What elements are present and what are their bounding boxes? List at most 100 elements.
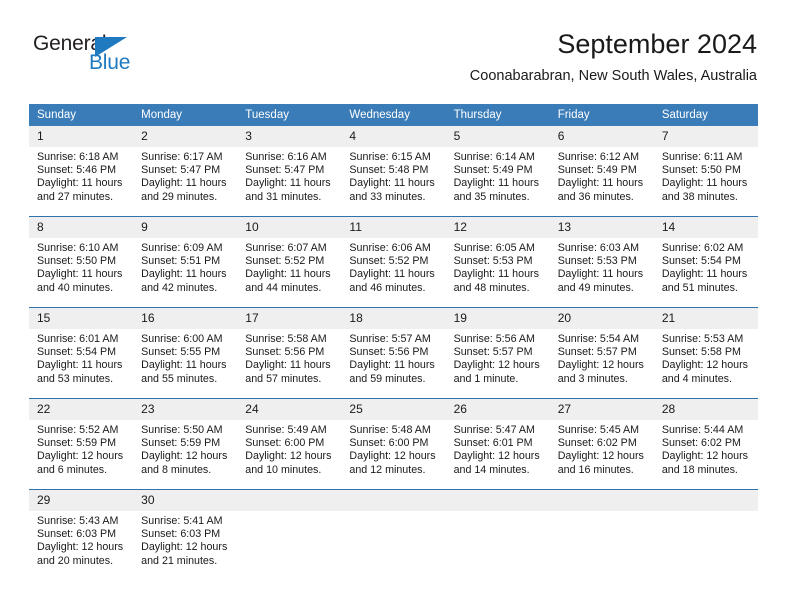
calendar-day-cell[interactable]: 18 Sunrise: 5:57 AM Sunset: 5:56 PM Dayligh…: [341, 307, 446, 399]
sunset-text: Sunset: 5:57 PM: [453, 346, 533, 359]
day-cell-inner: 2 Sunrise: 6:17 AM Sunset: 5:47 PM Daylight…: [133, 126, 238, 216]
calendar-day-cell[interactable]: 23 Sunrise: 5:50 AM Sunset: 5:59 PM Dayligh…: [133, 398, 238, 490]
day-cell-inner: 1 Sunrise: 6:18 AM Sunset: 5:46 PM Daylight…: [29, 126, 134, 216]
calendar-day-cell[interactable]: 14 Sunrise: 6:02 AM Sunset: 5:54 PM Dayligh…: [653, 216, 758, 308]
calendar-week-row: 15 Sunrise: 6:01 AM Sunset: 5:54 PM Dayligh…: [29, 307, 758, 399]
sunrise-text: Sunrise: 5:49 AM: [245, 424, 327, 436]
calendar-day-cell[interactable]: 13 Sunrise: 6:03 AM Sunset: 5:53 PM Dayligh…: [549, 216, 654, 308]
calendar-day-cell[interactable]: 4 Sunrise: 6:15 AM Sunset: 5:48 PM Daylight…: [341, 126, 446, 217]
calendar-day-cell[interactable]: 19 Sunrise: 5:56 AM Sunset: 5:57 PM Dayligh…: [445, 307, 550, 399]
calendar-day-cell[interactable]: 7 Sunrise: 6:11 AM Sunset: 5:50 PM Daylight…: [653, 126, 758, 217]
day-info: Sunrise: 6:11 AM Sunset: 5:50 PM Daylight:…: [654, 147, 758, 204]
day-number: 29: [29, 490, 134, 511]
calendar-day-cell[interactable]: 21 Sunrise: 5:53 AM Sunset: 5:58 PM Dayligh…: [653, 307, 758, 399]
daylight-text: Daylight: 11 hours and 53 minutes.: [37, 359, 123, 385]
day-info: Sunrise: 6:06 AM Sunset: 5:52 PM Daylight:…: [341, 238, 445, 295]
calendar-day-cell[interactable]: 16 Sunrise: 6:00 AM Sunset: 5:55 PM Dayligh…: [133, 307, 238, 399]
day-info: Sunrise: 6:07 AM Sunset: 5:52 PM Daylight:…: [237, 238, 341, 295]
day-info: [237, 511, 341, 515]
sunrise-text: Sunrise: 5:48 AM: [349, 424, 431, 436]
sunrise-text: Sunrise: 6:05 AM: [453, 242, 535, 254]
day-cell-inner: 4 Sunrise: 6:15 AM Sunset: 5:48 PM Daylight…: [341, 126, 446, 216]
sunset-text: Sunset: 5:53 PM: [557, 255, 637, 268]
day-info: [654, 511, 758, 515]
day-info: Sunrise: 5:57 AM Sunset: 5:56 PM Daylight:…: [341, 329, 445, 386]
day-info: Sunrise: 5:47 AM Sunset: 6:01 PM Daylight:…: [446, 420, 550, 477]
sunset-text: Sunset: 5:56 PM: [349, 346, 429, 359]
sunrise-text: Sunrise: 6:00 AM: [141, 333, 223, 345]
daylight-text: Daylight: 12 hours and 12 minutes.: [349, 450, 436, 476]
calendar-day-cell[interactable]: 10 Sunrise: 6:07 AM Sunset: 5:52 PM Dayligh…: [237, 216, 342, 308]
day-number: 18: [341, 308, 446, 329]
daylight-text: Daylight: 11 hours and 40 minutes.: [37, 268, 123, 294]
calendar-week-row: 1 Sunrise: 6:18 AM Sunset: 5:46 PM Daylight…: [29, 126, 758, 217]
calendar-day-cell[interactable]: 6 Sunrise: 6:12 AM Sunset: 5:49 PM Daylight…: [549, 126, 654, 217]
calendar-day-cell[interactable]: 8 Sunrise: 6:10 AM Sunset: 5:50 PM Daylight…: [29, 216, 134, 308]
daylight-text: Daylight: 11 hours and 46 minutes.: [349, 268, 435, 294]
day-info: Sunrise: 5:45 AM Sunset: 6:02 PM Daylight:…: [550, 420, 654, 477]
sunrise-text: Sunrise: 5:53 AM: [661, 333, 744, 345]
daylight-text: Daylight: 11 hours and 49 minutes.: [557, 268, 644, 294]
calendar-day-cell[interactable]: 3 Sunrise: 6:16 AM Sunset: 5:47 PM Daylight…: [237, 126, 342, 217]
sunrise-text: Sunrise: 5:58 AM: [245, 333, 327, 345]
calendar-day-cell[interactable]: 9 Sunrise: 6:09 AM Sunset: 5:51 PM Daylight…: [133, 216, 238, 308]
day-cell-inner: 6 Sunrise: 6:12 AM Sunset: 5:49 PM Daylight…: [549, 126, 654, 216]
day-number: [341, 490, 446, 511]
day-cell-inner: 8 Sunrise: 6:10 AM Sunset: 5:50 PM Daylight…: [29, 217, 134, 307]
sunset-text: Sunset: 5:58 PM: [661, 346, 741, 359]
calendar-day-cell[interactable]: 11 Sunrise: 6:06 AM Sunset: 5:52 PM Dayligh…: [341, 216, 446, 308]
sunrise-text: Sunrise: 6:10 AM: [37, 242, 119, 254]
calendar-day-cell[interactable]: 29 Sunrise: 5:43 AM Sunset: 6:03 PM Dayligh…: [29, 489, 134, 580]
calendar-day-cell[interactable]: 24 Sunrise: 5:49 AM Sunset: 6:00 PM Dayligh…: [237, 398, 342, 490]
calendar-day-cell[interactable]: 2 Sunrise: 6:17 AM Sunset: 5:47 PM Daylight…: [133, 126, 238, 217]
sunset-text: Sunset: 5:47 PM: [245, 164, 325, 177]
day-info: Sunrise: 6:00 AM Sunset: 5:55 PM Daylight:…: [133, 329, 237, 386]
sunrise-text: Sunrise: 5:47 AM: [453, 424, 535, 436]
sunrise-text: Sunrise: 6:17 AM: [141, 151, 223, 163]
sunrise-text: Sunrise: 5:45 AM: [557, 424, 640, 436]
daylight-text: Daylight: 11 hours and 38 minutes.: [661, 177, 748, 203]
day-info: Sunrise: 6:01 AM Sunset: 5:54 PM Daylight:…: [29, 329, 133, 386]
daylight-text: Daylight: 12 hours and 20 minutes.: [37, 541, 124, 567]
calendar-header-row: Sunday Monday Tuesday Wednesday Thursday Frid…: [29, 104, 758, 126]
sunrise-text: Sunrise: 5:57 AM: [349, 333, 431, 345]
weekday-header-saturday: Saturday: [653, 104, 758, 126]
logo-text-blue: Blue: [89, 51, 131, 74]
calendar-day-cell[interactable]: 20 Sunrise: 5:54 AM Sunset: 5:57 PM Dayligh…: [549, 307, 654, 399]
calendar-day-cell[interactable]: 22 Sunrise: 5:52 AM Sunset: 5:59 PM Dayligh…: [29, 398, 134, 490]
calendar-day-cell[interactable]: 27 Sunrise: 5:45 AM Sunset: 6:02 PM Dayligh…: [549, 398, 654, 490]
sunset-text: Sunset: 5:47 PM: [141, 164, 221, 177]
day-number: 1: [29, 126, 134, 147]
day-number: [653, 490, 758, 511]
calendar-day-cell[interactable]: 15 Sunrise: 6:01 AM Sunset: 5:54 PM Dayligh…: [29, 307, 134, 399]
day-cell-inner: 24 Sunrise: 5:49 AM Sunset: 6:00 PM Dayligh…: [237, 399, 342, 489]
calendar-table: Sunday Monday Tuesday Wednesday Thursday Frid…: [29, 104, 758, 580]
day-cell-inner: 21 Sunrise: 5:53 AM Sunset: 5:58 PM Dayligh…: [653, 308, 758, 398]
day-number: [549, 490, 654, 511]
day-cell-inner: 18 Sunrise: 5:57 AM Sunset: 5:56 PM Dayligh…: [341, 308, 446, 398]
calendar-day-cell[interactable]: 12 Sunrise: 6:05 AM Sunset: 5:53 PM Dayligh…: [445, 216, 550, 308]
day-cell-inner: 29 Sunrise: 5:43 AM Sunset: 6:03 PM Dayligh…: [29, 490, 134, 580]
calendar-day-cell[interactable]: 30 Sunrise: 5:41 AM Sunset: 6:03 PM Dayligh…: [133, 489, 238, 580]
calendar-day-cell[interactable]: 5 Sunrise: 6:14 AM Sunset: 5:49 PM Daylight…: [445, 126, 550, 217]
calendar-day-cell[interactable]: 26 Sunrise: 5:47 AM Sunset: 6:01 PM Dayligh…: [445, 398, 550, 490]
day-info: [446, 511, 550, 515]
day-number: 23: [133, 399, 238, 420]
calendar-day-cell[interactable]: 28 Sunrise: 5:44 AM Sunset: 6:02 PM Dayligh…: [653, 398, 758, 490]
daylight-text: Daylight: 12 hours and 8 minutes.: [141, 450, 228, 476]
daylight-text: Daylight: 12 hours and 18 minutes.: [661, 450, 748, 476]
sunset-text: Sunset: 5:51 PM: [141, 255, 221, 268]
day-number: 15: [29, 308, 134, 329]
daylight-text: Daylight: 11 hours and 55 minutes.: [141, 359, 227, 385]
sunrise-text: Sunrise: 6:09 AM: [141, 242, 223, 254]
day-info: Sunrise: 6:03 AM Sunset: 5:53 PM Daylight:…: [550, 238, 654, 295]
daylight-text: Daylight: 11 hours and 33 minutes.: [349, 177, 435, 203]
day-number: 30: [133, 490, 238, 511]
day-cell-inner: 26 Sunrise: 5:47 AM Sunset: 6:01 PM Dayligh…: [445, 399, 550, 489]
title-block: September 2024 Coonabarabran, New South …: [470, 28, 757, 86]
calendar-day-cell[interactable]: 25 Sunrise: 5:48 AM Sunset: 6:00 PM Dayligh…: [341, 398, 446, 490]
day-cell-inner: 20 Sunrise: 5:54 AM Sunset: 5:57 PM Dayligh…: [549, 308, 654, 398]
calendar-day-cell[interactable]: 17 Sunrise: 5:58 AM Sunset: 5:56 PM Dayligh…: [237, 307, 342, 399]
sunrise-text: Sunrise: 5:50 AM: [141, 424, 223, 436]
calendar-day-cell[interactable]: 1 Sunrise: 6:18 AM Sunset: 5:46 PM Daylight…: [29, 126, 134, 217]
